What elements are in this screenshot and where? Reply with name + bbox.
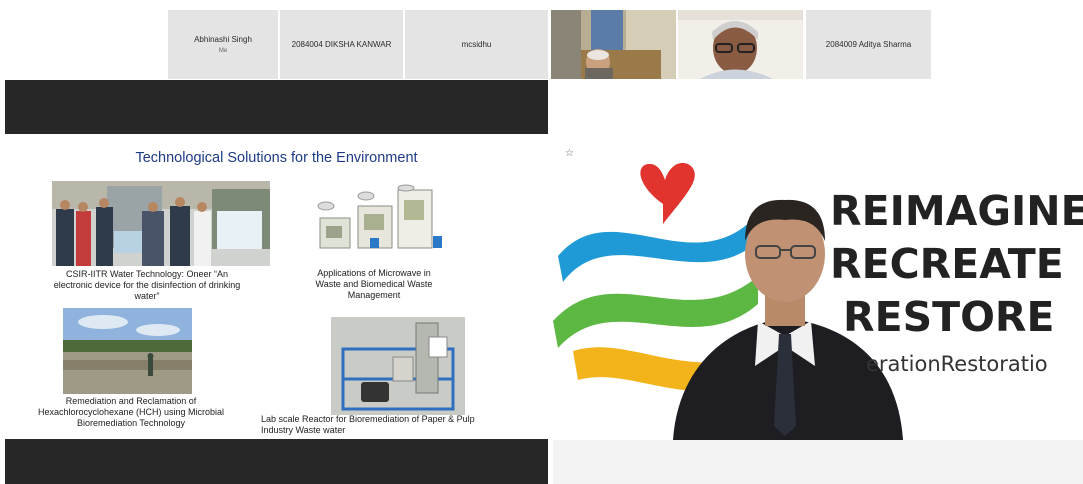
pin-icon[interactable]: ☆ [565,148,574,159]
participant-video-1[interactable] [551,10,676,79]
participant-name: 2084009 Aditya Sharma [825,40,912,49]
screen-share-bottom-bar [5,439,548,484]
participant-tile-aditya[interactable]: 2084009 Aditya Sharma [806,10,931,79]
participant-name: Abhinashi Singh [194,35,252,44]
background-word-recreate: RECREATE [830,240,1064,288]
microwave-caption: Applications of Microwave in Waste and B… [315,268,433,300]
water-technology-caption: CSIR-IITR Water Technology: Oneer “An el… [53,269,241,301]
participant-self-label: Me [218,48,228,54]
hch-caption: Remediation and Reclamation of Hexachlor… [37,396,225,428]
participant-tile-mcsidhu[interactable]: mcsidhu [405,10,548,79]
participant-name: 2084004 DIKSHA KANWAR [291,40,392,49]
reactor-caption: Lab scale Reactor for Bioremediation of … [261,414,475,435]
slide-title: Technological Solutions for the Environm… [135,150,418,166]
background-hashtag: erationRestoratio [866,352,1048,376]
participant-name: mcsidhu [461,40,492,49]
presentation-slide: Technological Solutions for the Environm… [5,134,548,439]
reactor-photo [331,317,465,415]
hch-site-photo [63,308,192,394]
speaker-bottom-area [553,440,1083,484]
microwave-photo [308,184,446,254]
screen-share-top-bar [5,80,548,134]
background-word-restore: RESTORE [843,293,1055,341]
participant-tile-abhinashi[interactable]: Abhinashi Singh Me [168,10,278,79]
restoration-logo-and-speaker [553,162,903,440]
participant-video-2[interactable] [678,10,803,79]
water-technology-photo [52,181,270,266]
participant-tile-diksha[interactable]: 2084004 DIKSHA KANWAR [280,10,403,79]
speaker-video[interactable]: ☆ REIMAGINE RECREATE RESTORE erationRest… [553,136,1083,440]
background-word-reimagine: REIMAGINE [830,187,1083,235]
